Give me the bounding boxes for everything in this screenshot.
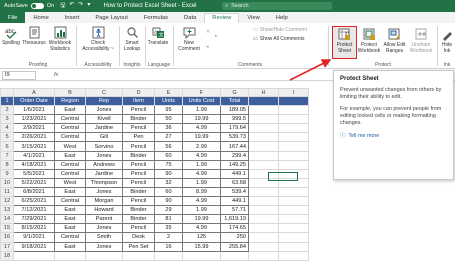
arrow-line [289, 59, 332, 81]
tell-me-more-link[interactable]: ⓘ Tell me more [340, 133, 447, 140]
tooltip-title: Protect Sheet [340, 76, 379, 82]
tell-me-more-label: Tell me more [348, 133, 380, 139]
tooltip-example: For example, you can prevent people from… [340, 106, 442, 126]
protect-sheet-tooltip: Protect Sheet Prevent unwanted changes f… [333, 70, 454, 180]
help-icon: ⓘ [340, 133, 346, 139]
tooltip-description: Prevent unwanted changes from others by … [340, 87, 442, 100]
